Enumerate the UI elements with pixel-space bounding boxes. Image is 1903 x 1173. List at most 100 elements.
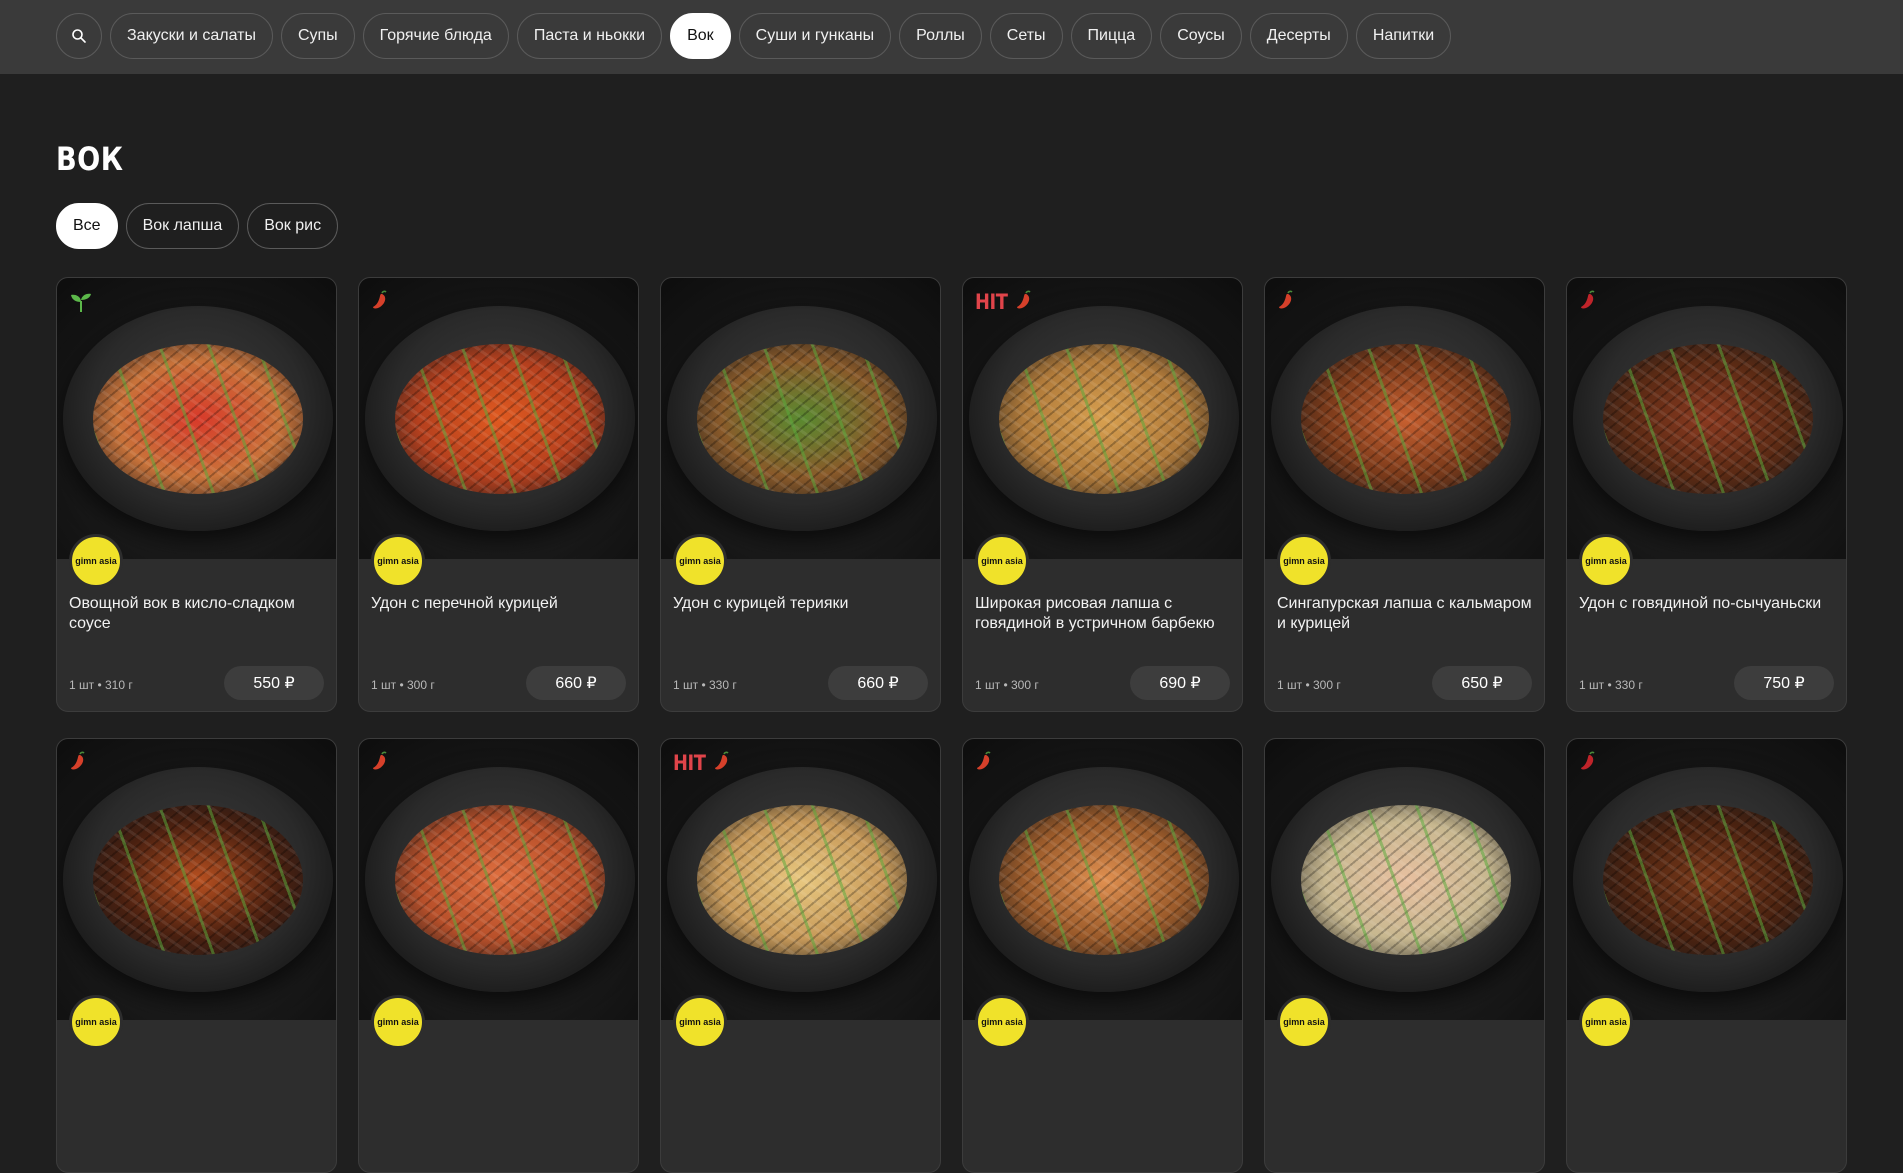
brand-logo: gimn asia bbox=[673, 995, 727, 1049]
product-image[interactable] bbox=[57, 739, 336, 1020]
brand-logo: gimn asia bbox=[975, 995, 1029, 1049]
tab-category[interactable]: Супы bbox=[280, 13, 355, 59]
product-image[interactable] bbox=[1567, 739, 1846, 1020]
product-name[interactable]: Сингапурская лапша с кальмаром и курицей bbox=[1277, 594, 1534, 634]
garnish-image bbox=[395, 344, 605, 494]
product-badge bbox=[1277, 290, 1295, 314]
product-card[interactable]: gimn asia Удон с курицей терияки 1 шт • 33… bbox=[660, 277, 941, 712]
product-weight: 1 шт • 300 г bbox=[371, 678, 435, 692]
brand-logo: gimn asia bbox=[1579, 534, 1633, 588]
product-card[interactable]: HIT gimn asia bbox=[660, 738, 941, 1173]
hot-chili-icon bbox=[1579, 751, 1597, 775]
tab-category[interactable]: Суши и гунканы bbox=[738, 13, 892, 59]
add-to-cart-price-button[interactable]: 660 ₽ bbox=[828, 666, 928, 700]
food-image bbox=[1603, 344, 1813, 494]
product-card[interactable]: gimn asia bbox=[1566, 738, 1847, 1173]
garnish-image bbox=[697, 805, 907, 955]
bowl-image bbox=[667, 306, 937, 531]
brand-logo: gimn asia bbox=[975, 534, 1029, 588]
product-badge bbox=[975, 751, 993, 775]
product-image[interactable] bbox=[1567, 278, 1846, 559]
chili-icon bbox=[713, 751, 731, 775]
product-name[interactable]: Овощной вок в кисло-сладком соусе bbox=[69, 594, 326, 634]
add-to-cart-price-button[interactable]: 750 ₽ bbox=[1734, 666, 1834, 700]
product-image[interactable] bbox=[661, 278, 940, 559]
tab-category[interactable]: Роллы bbox=[899, 13, 982, 59]
chili-icon bbox=[975, 751, 993, 775]
product-card[interactable]: gimn asia bbox=[358, 738, 639, 1173]
product-name[interactable]: Удон с говядиной по-сычуаньски bbox=[1579, 594, 1836, 614]
food-image bbox=[395, 805, 605, 955]
product-card[interactable]: HIT gimn asia Широкая рисовая лапша с говя… bbox=[962, 277, 1243, 712]
filter-chip[interactable]: Вок рис bbox=[247, 203, 339, 249]
add-to-cart-price-button[interactable]: 690 ₽ bbox=[1130, 666, 1230, 700]
search-button[interactable] bbox=[56, 13, 102, 59]
brand-logo: gimn asia bbox=[673, 534, 727, 588]
product-image[interactable] bbox=[57, 278, 336, 559]
bowl-image bbox=[1271, 306, 1541, 531]
product-image[interactable] bbox=[1265, 739, 1544, 1020]
category-navbar: Закуски и салаты Супы Горячие блюда Паста и… bbox=[0, 0, 1903, 74]
product-card[interactable]: gimn asia bbox=[962, 738, 1243, 1173]
add-to-cart-price-button[interactable]: 550 ₽ bbox=[224, 666, 324, 700]
chili-icon bbox=[371, 290, 389, 314]
product-badge bbox=[1579, 751, 1597, 775]
product-badge bbox=[371, 751, 389, 775]
add-to-cart-price-button[interactable]: 650 ₽ bbox=[1432, 666, 1532, 700]
food-image bbox=[999, 344, 1209, 494]
tab-category[interactable]: Сеты bbox=[989, 13, 1063, 59]
bowl-image bbox=[969, 767, 1239, 992]
tab-category[interactable]: Горячие блюда bbox=[362, 13, 509, 59]
food-image bbox=[1301, 805, 1511, 955]
brand-logo: gimn asia bbox=[371, 995, 425, 1049]
tab-category[interactable]: Пицца bbox=[1070, 13, 1153, 59]
garnish-image bbox=[999, 344, 1209, 494]
bowl-image bbox=[969, 306, 1239, 531]
product-image[interactable] bbox=[359, 739, 638, 1020]
garnish-image bbox=[1301, 344, 1511, 494]
add-to-cart-price-button[interactable]: 660 ₽ bbox=[526, 666, 626, 700]
product-card[interactable]: gimn asia Овощной вок в кисло-сладком соу… bbox=[56, 277, 337, 712]
food-image bbox=[395, 344, 605, 494]
product-name[interactable]: Широкая рисовая лапша с говядиной в устр… bbox=[975, 594, 1232, 634]
chili-icon bbox=[1015, 290, 1033, 314]
category-nav: Закуски и салаты Супы Горячие блюда Паста и… bbox=[56, 13, 1452, 59]
page-title: ВОК bbox=[56, 140, 124, 178]
bowl-image bbox=[63, 306, 333, 531]
product-image[interactable] bbox=[359, 278, 638, 559]
bowl-image bbox=[1271, 767, 1541, 992]
brand-logo: gimn asia bbox=[371, 534, 425, 588]
product-card[interactable]: gimn asia Сингапурская лапша с кальмаром … bbox=[1264, 277, 1545, 712]
brand-logo: gimn asia bbox=[1277, 534, 1331, 588]
tab-category[interactable]: Соусы bbox=[1160, 13, 1242, 59]
product-image[interactable]: HIT bbox=[963, 278, 1242, 559]
chili-icon bbox=[1277, 290, 1295, 314]
hot-chili-icon bbox=[1579, 290, 1597, 314]
brand-logo: gimn asia bbox=[69, 534, 123, 588]
hit-label: HIT bbox=[975, 289, 1008, 314]
product-name[interactable]: Удон с перечной курицей bbox=[371, 594, 628, 614]
product-card[interactable]: gimn asia Удон с перечной курицей 1 шт • 3… bbox=[358, 277, 639, 712]
garnish-image bbox=[395, 805, 605, 955]
tab-category[interactable]: Десерты bbox=[1249, 13, 1348, 59]
filter-chip[interactable]: Вок лапша bbox=[125, 203, 240, 249]
product-image[interactable] bbox=[1265, 278, 1544, 559]
search-icon bbox=[72, 29, 86, 43]
product-card[interactable]: gimn asia Удон с говядиной по-сычуаньски 1… bbox=[1566, 277, 1847, 712]
tab-category[interactable]: Закуски и салаты bbox=[110, 13, 273, 59]
bowl-image bbox=[365, 306, 635, 531]
product-image[interactable] bbox=[963, 739, 1242, 1020]
chili-icon bbox=[69, 751, 87, 775]
product-card[interactable]: gimn asia bbox=[56, 738, 337, 1173]
filter-chip[interactable]: Все bbox=[56, 203, 118, 249]
brand-logo: gimn asia bbox=[1579, 995, 1633, 1049]
tab-category[interactable]: Напитки bbox=[1355, 13, 1452, 59]
garnish-image bbox=[93, 344, 303, 494]
tab-category[interactable]: Паста и ньокки bbox=[516, 13, 663, 59]
product-card[interactable]: gimn asia bbox=[1264, 738, 1545, 1173]
garnish-image bbox=[999, 805, 1209, 955]
product-name[interactable]: Удон с курицей терияки bbox=[673, 594, 930, 614]
bowl-image bbox=[63, 767, 333, 992]
product-image[interactable]: HIT bbox=[661, 739, 940, 1020]
tab-category[interactable]: Вок bbox=[670, 13, 731, 59]
